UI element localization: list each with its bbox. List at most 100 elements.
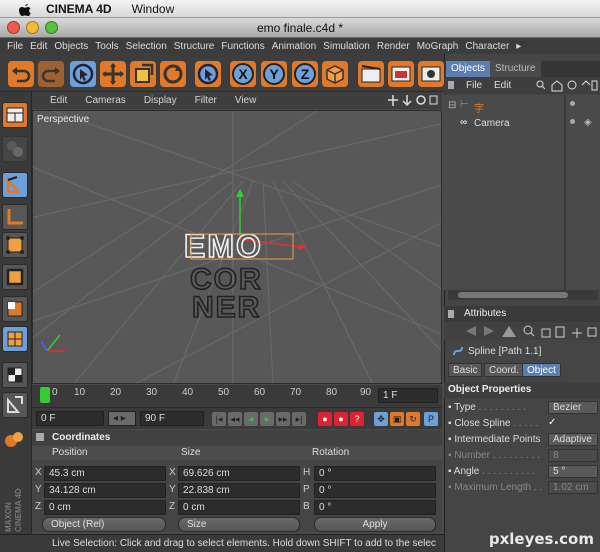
visibility-dot-icon[interactable] — [570, 101, 575, 106]
layout-icon[interactable] — [2, 102, 28, 128]
size-x-field[interactable]: 69.626 cm — [178, 466, 300, 481]
objects-toolbar-icons[interactable] — [536, 79, 598, 92]
next-key-icon[interactable]: ▸▸ — [276, 412, 290, 426]
position-x-field[interactable]: 45.3 cm — [44, 466, 166, 481]
key-scale-icon[interactable]: ▣ — [390, 412, 404, 426]
coordinate-mode-select[interactable]: Object (Rel) — [42, 517, 166, 532]
menu-animation[interactable]: Animation — [272, 41, 316, 52]
viewport-menu-display[interactable]: Display — [144, 95, 177, 106]
rotation-b-field[interactable]: 0 ° — [314, 500, 436, 515]
play-icon[interactable]: ▸ — [260, 412, 274, 426]
menu-window[interactable]: Window — [132, 2, 175, 16]
panel-grip-icon-2[interactable] — [448, 81, 454, 89]
render-settings-icon[interactable] — [418, 61, 444, 87]
angle-field[interactable]: 5 ° — [548, 465, 598, 478]
viewport-menu-cameras[interactable]: Cameras — [85, 95, 126, 106]
menu-render[interactable]: Render — [377, 41, 410, 52]
viewport-menu-edit[interactable]: Edit — [50, 95, 67, 106]
tab-structure[interactable]: Structure — [490, 61, 541, 77]
menu-more[interactable]: ▸ — [516, 41, 521, 52]
object-list-scrollbar[interactable] — [448, 290, 598, 300]
number-field[interactable]: 8 — [548, 449, 598, 462]
menu-tools[interactable]: Tools — [95, 41, 118, 52]
key-position-icon[interactable]: ✥ — [374, 412, 388, 426]
close-spline-checkbox[interactable]: ✓ — [548, 417, 556, 428]
menu-selection[interactable]: Selection — [126, 41, 167, 52]
attr-tab-object[interactable]: Object — [522, 363, 561, 377]
list-item[interactable]: ∞ Camera — [444, 117, 564, 131]
range-slider[interactable]: ◂ ▸ — [108, 411, 136, 426]
current-frame-field[interactable]: 1 F — [378, 388, 438, 403]
redo-icon[interactable] — [38, 61, 64, 87]
recent-tools-icon[interactable] — [195, 61, 221, 87]
object-axis-icon[interactable] — [2, 204, 28, 230]
start-frame-field[interactable]: 0 F — [36, 411, 104, 426]
render-view-icon[interactable] — [358, 61, 384, 87]
menu-mograph[interactable]: MoGraph — [417, 41, 459, 52]
menu-character[interactable]: Character — [465, 41, 509, 52]
go-to-end-icon[interactable]: ▸| — [292, 412, 306, 426]
panel-grip-icon[interactable] — [36, 433, 44, 441]
prev-key-icon[interactable]: ◂◂ — [228, 412, 242, 426]
sculpt-icon[interactable] — [2, 427, 28, 453]
texture-mode-icon[interactable] — [2, 362, 28, 388]
edges-mode-icon[interactable] — [2, 264, 28, 290]
camera-tag-icon[interactable]: ◈ — [584, 117, 592, 128]
menu-simulation[interactable]: Simulation — [323, 41, 370, 52]
viewport-menu-filter[interactable]: Filter — [195, 95, 217, 106]
timeline-ruler[interactable]: 0 10 20 30 40 50 60 70 80 90 1 F — [32, 385, 442, 407]
points-mode-icon[interactable] — [2, 232, 28, 258]
keyframe-selection-icon[interactable]: ? — [350, 412, 364, 426]
live-selection-icon[interactable] — [70, 61, 96, 87]
rotation-h-field[interactable]: 0 ° — [314, 466, 436, 481]
panel-grip-icon-3[interactable] — [448, 310, 454, 318]
y-axis-lock-icon[interactable]: Y — [261, 61, 287, 87]
size-z-field[interactable]: 0 cm — [178, 500, 300, 515]
key-rotation-icon[interactable]: ↻ — [406, 412, 420, 426]
record-icon[interactable]: ● — [318, 412, 332, 426]
attributes-nav-icons[interactable] — [464, 325, 598, 338]
menu-structure[interactable]: Structure — [174, 41, 215, 52]
attr-tab-coord[interactable]: Coord. — [484, 363, 525, 377]
render-to-picture-viewer-icon[interactable] — [388, 61, 414, 87]
uv-mode-icon[interactable] — [2, 326, 28, 352]
position-z-field[interactable]: 0 cm — [44, 500, 166, 515]
spline-type-select[interactable]: Bezier — [548, 401, 598, 414]
z-axis-lock-icon[interactable]: Z — [292, 61, 318, 87]
move-icon[interactable] — [100, 61, 126, 87]
attr-tab-basic[interactable]: Basic — [448, 363, 483, 377]
objects-menu-file[interactable]: File — [466, 80, 482, 91]
workplane-icon[interactable] — [2, 392, 28, 418]
menu-file[interactable]: File — [7, 41, 23, 52]
menu-edit[interactable]: Edit — [30, 41, 47, 52]
scrollbar-thumb[interactable] — [458, 292, 568, 298]
scale-icon[interactable] — [130, 61, 156, 87]
apple-icon[interactable] — [16, 2, 34, 16]
objects-menu-edit[interactable]: Edit — [494, 80, 511, 91]
menu-functions[interactable]: Functions — [221, 41, 264, 52]
undo-icon[interactable] — [8, 61, 34, 87]
coordinate-system-icon[interactable] — [322, 61, 348, 87]
rotate-icon[interactable] — [160, 61, 186, 87]
tree-expand-icon[interactable]: ⊟ — [448, 100, 456, 111]
x-axis-lock-icon[interactable]: X — [230, 61, 256, 87]
visibility-dot-icon[interactable] — [570, 119, 575, 124]
3d-viewport[interactable]: EMO COR NER Perspective — [32, 110, 442, 384]
menu-objects[interactable]: Objects — [54, 41, 88, 52]
make-editable-icon[interactable] — [2, 136, 28, 162]
autokey-icon[interactable]: ● — [334, 412, 348, 426]
max-length-field[interactable]: 1.02 cm — [548, 481, 598, 494]
rotation-p-field[interactable]: 0 ° — [314, 483, 436, 498]
app-name[interactable]: CINEMA 4D — [46, 2, 112, 16]
model-mode-icon[interactable] — [2, 172, 28, 198]
size-y-field[interactable]: 22.838 cm — [178, 483, 300, 498]
play-reverse-icon[interactable]: ◂ — [244, 412, 258, 426]
go-to-start-icon[interactable]: |◂ — [212, 412, 226, 426]
polygons-mode-icon[interactable] — [2, 296, 28, 322]
end-frame-field[interactable]: 90 F — [140, 411, 204, 426]
position-y-field[interactable]: 34.128 cm — [44, 483, 166, 498]
viewport-nav-icons[interactable] — [388, 94, 438, 107]
tab-objects[interactable]: Objects — [446, 61, 490, 77]
intermediate-points-select[interactable]: Adaptive — [548, 433, 598, 446]
viewport-menu-view[interactable]: View — [235, 95, 257, 106]
